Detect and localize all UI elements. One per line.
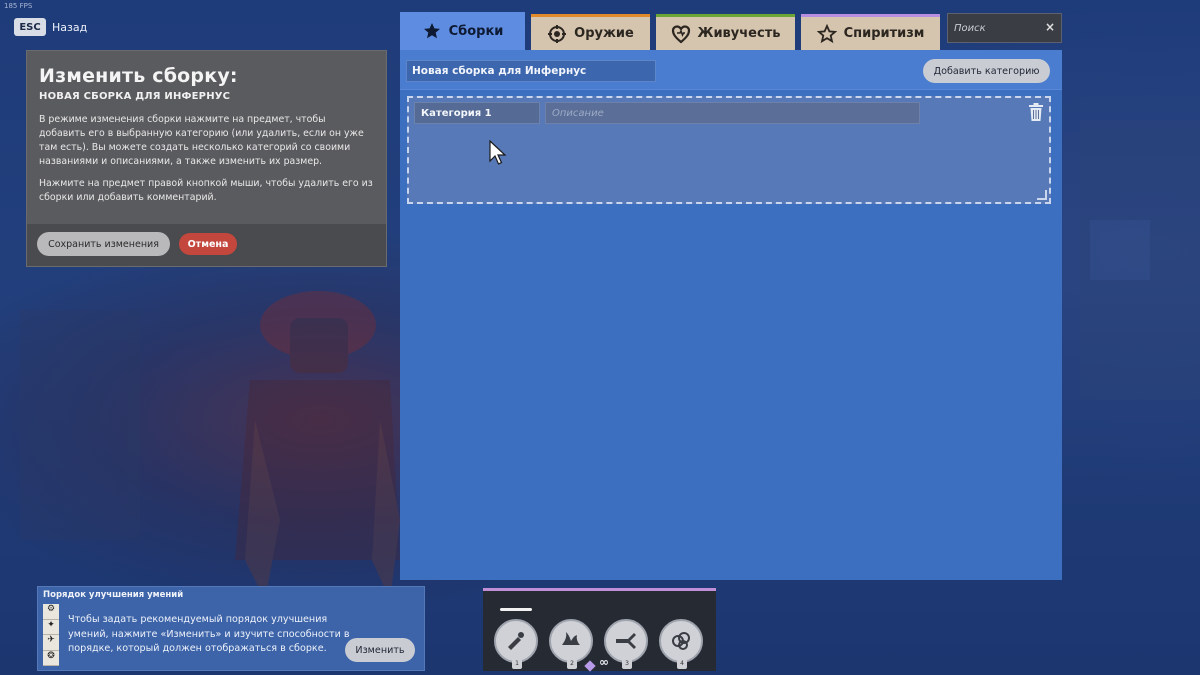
- star-icon: [423, 23, 440, 39]
- ability-4-icon: ❂: [43, 651, 59, 666]
- mouse-cursor-icon: [489, 140, 507, 165]
- ability-slot-4[interactable]: 4: [659, 619, 703, 669]
- edit-build-panel: Изменить сборку: НОВАЯ СБОРКА ДЛЯ ИНФЕРН…: [26, 50, 387, 267]
- build-editor-panel: Новая сборка для Инфернус Добавить катег…: [400, 50, 1062, 580]
- tab-vitality[interactable]: Живучесть: [656, 14, 795, 50]
- edit-panel-footer: Сохранить изменения Отмена: [27, 224, 386, 266]
- build-editor-header: Новая сборка для Инфернус Добавить катег…: [400, 50, 1062, 90]
- spirit-icon: [816, 23, 837, 43]
- vitality-icon: [671, 24, 690, 43]
- search-input[interactable]: [954, 20, 1042, 36]
- fps-counter: 185 FPS: [4, 2, 33, 10]
- ability-1-icon: ⚙: [43, 604, 59, 620]
- edit-panel-title: Изменить сборку:: [39, 65, 238, 87]
- trash-icon[interactable]: [1028, 102, 1044, 122]
- edit-panel-description: В режиме изменения сборки нажмите на пре…: [39, 114, 364, 167]
- ability-slot-3-number: 3: [622, 659, 632, 669]
- infinity-icon: ∞: [599, 655, 609, 669]
- ability-2-icon: ✦: [43, 620, 59, 635]
- flame-dash-icon: [562, 632, 580, 645]
- ability-slot-2-number: 2: [567, 659, 577, 669]
- catalyst-icon: [508, 632, 524, 650]
- ability-order-panel: Порядок улучшения умений ⚙ ✦ ✈ ❂ Чтобы з…: [37, 586, 425, 671]
- build-name-input[interactable]: Новая сборка для Инфернус: [406, 60, 656, 82]
- tab-weapon-label: Оружие: [574, 26, 634, 41]
- edit-panel-subtitle: НОВАЯ СБОРКА ДЛЯ ИНФЕРНУС: [39, 91, 231, 102]
- hero-abilities-bar: 1 2 3 4 ∞: [483, 588, 716, 672]
- back-button[interactable]: Назад: [52, 21, 87, 34]
- tab-spirit-label: Спиритизм: [843, 26, 925, 41]
- spirit-diamond-icon: [584, 660, 596, 672]
- ability-3-icon: ✈: [43, 635, 59, 651]
- ability-level-indicator: [500, 608, 532, 611]
- save-changes-button[interactable]: Сохранить изменения: [37, 232, 170, 256]
- ability-slot-1-number: 1: [512, 659, 522, 669]
- category-description-input[interactable]: Описание: [545, 102, 920, 124]
- tab-weapon[interactable]: Оружие: [531, 14, 650, 50]
- afterburn-icon: [616, 633, 636, 649]
- tab-builds[interactable]: Сборки: [400, 12, 525, 50]
- ability-order-description: Чтобы задать рекомендуемый порядок улучш…: [68, 614, 350, 654]
- search-box[interactable]: ×: [947, 13, 1062, 43]
- ability-slot-2[interactable]: 2: [549, 619, 593, 669]
- ability-slot-3[interactable]: 3: [604, 619, 648, 669]
- tab-spirit[interactable]: Спиритизм: [801, 14, 940, 50]
- tab-builds-label: Сборки: [448, 23, 504, 39]
- ability-slot-1[interactable]: 1: [494, 619, 538, 669]
- category-name-input[interactable]: Категория 1: [414, 102, 540, 124]
- ability-order-icons: ⚙ ✦ ✈ ❂: [43, 604, 59, 666]
- weapon-icon: [548, 24, 567, 43]
- ability-order-title: Порядок улучшения умений: [43, 590, 184, 600]
- edit-panel-description-secondary: Нажмите на предмет правой кнопкой мыши, …: [39, 178, 373, 203]
- concussive-combustion-icon: [672, 632, 690, 650]
- clear-search-icon[interactable]: ×: [1045, 20, 1055, 34]
- add-category-button[interactable]: Добавить категорию: [923, 59, 1050, 83]
- esc-key-badge[interactable]: ESC: [14, 18, 46, 36]
- change-ability-order-button[interactable]: Изменить: [345, 638, 415, 662]
- resize-handle[interactable]: [1037, 190, 1047, 200]
- tab-vitality-label: Живучесть: [697, 26, 781, 41]
- cancel-button[interactable]: Отмена: [179, 233, 237, 255]
- ability-slot-4-number: 4: [677, 659, 687, 669]
